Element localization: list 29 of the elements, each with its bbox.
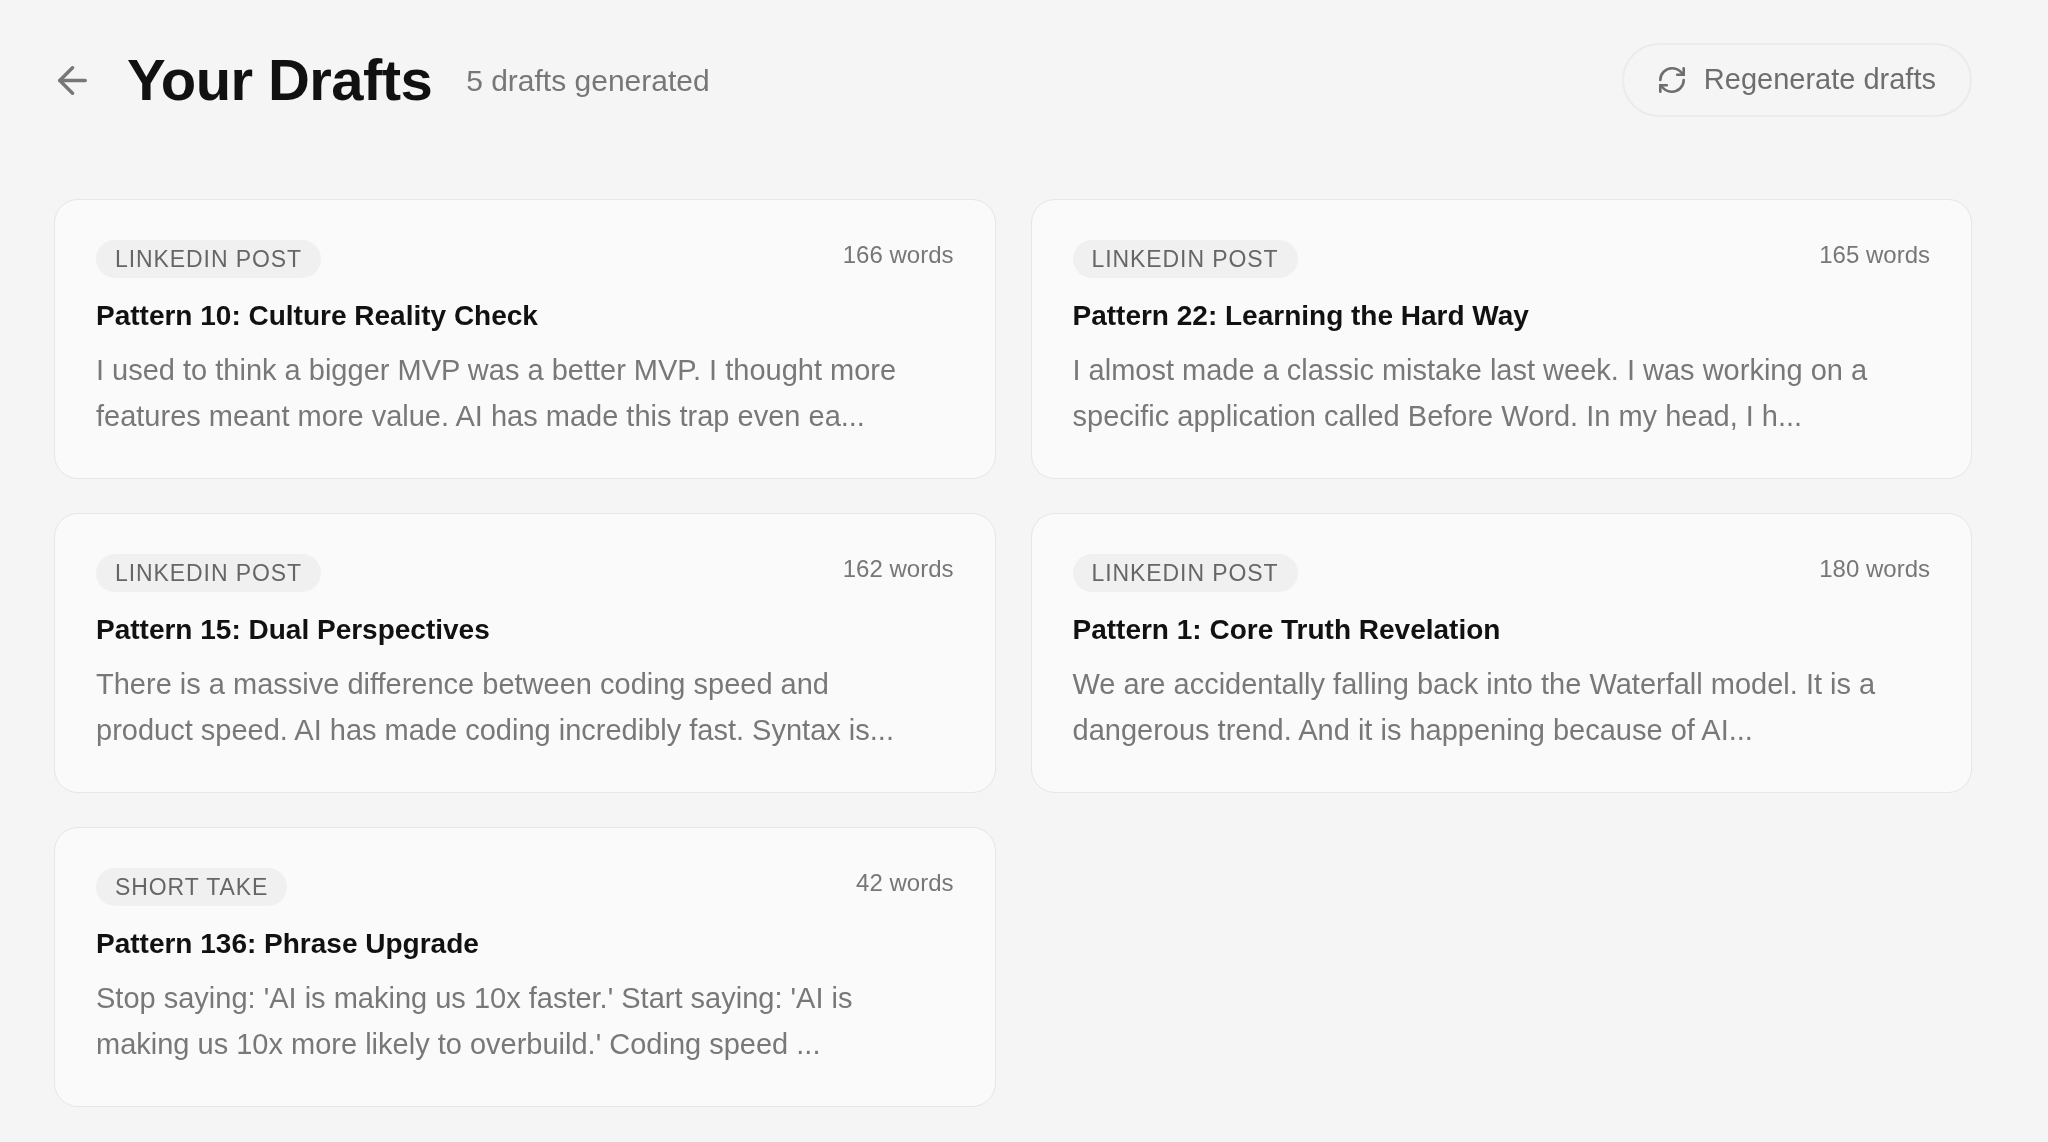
draft-excerpt: I almost made a classic mistake last week. I was working on a specific application called Before Word. In my head, I h... <box>1072 353 1869 434</box>
draft-card[interactable]: LINKEDIN POST 180 words Pattern 1: Core Truth Revelation We are accidentally falling back into the Waterfall model. It is a dangerous trend. And it is happening because of AI... <box>1030 513 1972 793</box>
post-type-tag: LINKEDIN POST <box>1072 554 1298 592</box>
post-type-tag: SHORT TAKE <box>96 868 288 906</box>
draft-title: Pattern 22: Learning the Hard Way <box>1072 299 1530 333</box>
draft-card[interactable]: LINKEDIN POST 162 words Pattern 15: Dual Perspectives There is a massive difference between coding speed and product speed. AI has made coding incredibly fast. Syntax is... <box>54 513 996 793</box>
word-count: 166 words <box>842 240 954 270</box>
draft-title: Pattern 15: Dual Perspectives <box>96 613 491 647</box>
draft-card[interactable]: LINKEDIN POST 166 words Pattern 10: Culture Reality Check I used to think a bigger MVP was a better MVP. I thought more features meant more value. AI has made this trap even ea... <box>54 199 996 479</box>
post-type-tag: LINKEDIN POST <box>96 240 322 278</box>
regenerate-drafts-button[interactable]: Regenerate drafts <box>1621 43 1972 117</box>
draft-excerpt: Stop saying: 'AI is making us 10x faster.' Start saying: 'AI is making us 10x more likely to overbuild.' Coding speed ... <box>96 981 854 1062</box>
draft-card[interactable]: LINKEDIN POST 165 words Pattern 22: Learning the Hard Way I almost made a classic mistake last week. I was working on a specific application called Before Word. In my head, I h... <box>1030 199 1972 479</box>
draft-excerpt: There is a massive difference between coding speed and product speed. AI has made coding incredibly fast. Syntax is... <box>96 667 895 748</box>
draft-title: Pattern 10: Culture Reality Check <box>96 299 539 333</box>
word-count: 42 words <box>856 868 954 898</box>
page-title: Your Drafts <box>127 46 433 114</box>
word-count: 162 words <box>842 554 954 584</box>
post-type-tag: LINKEDIN POST <box>96 554 322 592</box>
drafts-count: 5 drafts generated <box>466 62 710 99</box>
draft-card[interactable]: SHORT TAKE 42 words Pattern 136: Phrase Upgrade Stop saying: 'AI is making us 10x faster.' Start saying: 'AI is making us 10x more likely to overbuild.' Coding speed ... <box>54 827 996 1107</box>
draft-title: Pattern 1: Core Truth Revelation <box>1072 613 1502 647</box>
draft-excerpt: I used to think a bigger MVP was a better MVP. I thought more features meant more value. AI has made this trap even ea... <box>96 353 898 434</box>
draft-excerpt: We are accidentally falling back into the Waterfall model. It is a dangerous trend. And it is happening because of AI... <box>1072 667 1877 748</box>
word-count: 180 words <box>1819 554 1930 584</box>
refresh-icon <box>1658 67 1685 93</box>
word-count: 165 words <box>1819 240 1930 270</box>
draft-title: Pattern 136: Phrase Upgrade <box>96 927 480 961</box>
post-type-tag: LINKEDIN POST <box>1072 240 1298 278</box>
